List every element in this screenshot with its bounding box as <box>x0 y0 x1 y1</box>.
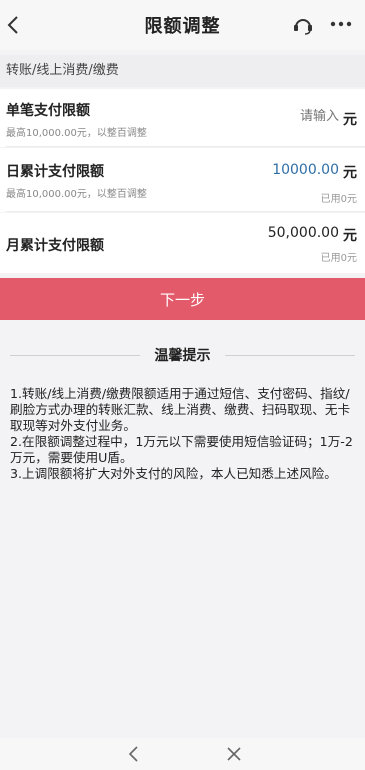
tips-divider-right <box>225 355 355 356</box>
single-limit-unit: 元 <box>343 112 357 128</box>
nav-back-icon[interactable] <box>124 744 144 764</box>
single-limit-row: 单笔支付限额 最高10,000.00元，以整百调整 元 <box>0 89 365 147</box>
back-chevron-icon[interactable] <box>0 8 26 42</box>
daily-limit-unit: 元 <box>343 165 357 181</box>
tips-divider-left <box>10 355 140 356</box>
top-nav-bar: 限额调整 <box>0 0 365 50</box>
bottom-nav-bar <box>0 738 365 770</box>
monthly-limit-row[interactable]: 月累计支付限额 50,000.00 元 已用0元 <box>0 213 365 273</box>
row-divider <box>6 211 365 212</box>
nav-close-icon[interactable] <box>224 744 244 764</box>
monthly-limit-value[interactable]: 50,000.00 <box>268 225 339 241</box>
tips-body: 1.转账/线上消费/缴费限额适用于通过短信、支付密码、指纹/刷脸方式办理的转账汇… <box>10 386 355 482</box>
monthly-limit-label: 月累计支付限额 <box>6 238 104 254</box>
single-limit-hint: 最高10,000.00元，以整百调整 <box>6 128 147 139</box>
daily-limit-label: 日累计支付限额 <box>6 164 104 180</box>
tips-item: 2.在限额调整过程中，1万元以下需要使用短信验证码；1万-2万元，需要使用U盾。 <box>10 434 353 465</box>
single-limit-label: 单笔支付限额 <box>6 103 90 119</box>
monthly-limit-unit: 元 <box>343 228 357 244</box>
daily-limit-value[interactable]: 10000.00 <box>272 162 339 178</box>
page-title: 限额调整 <box>144 16 221 37</box>
more-dots-icon[interactable] <box>328 13 354 35</box>
next-step-button[interactable]: 下一步 <box>0 278 365 320</box>
daily-limit-hint: 最高10,000.00元，以整百调整 <box>6 189 147 200</box>
daily-limit-row[interactable]: 日累计支付限额 最高10,000.00元，以整百调整 10000.00 元 已用… <box>0 148 365 212</box>
headset-support-icon[interactable] <box>291 14 315 36</box>
tips-item: 1.转账/线上消费/缴费限额适用于通过短信、支付密码、指纹/刷脸方式办理的转账汇… <box>10 386 351 433</box>
daily-limit-used: 已用0元 <box>320 194 357 205</box>
monthly-limit-used: 已用0元 <box>320 253 357 264</box>
tips-item: 3.上调限额将扩大对外支付的风险，本人已知悉上述风险。 <box>10 466 337 481</box>
tips-header: 温馨提示 <box>0 345 365 365</box>
single-limit-input[interactable] <box>217 108 341 125</box>
section-header: 转账/线上消费/缴费 <box>0 55 365 87</box>
tips-title: 温馨提示 <box>144 345 221 365</box>
row-divider <box>6 146 365 147</box>
